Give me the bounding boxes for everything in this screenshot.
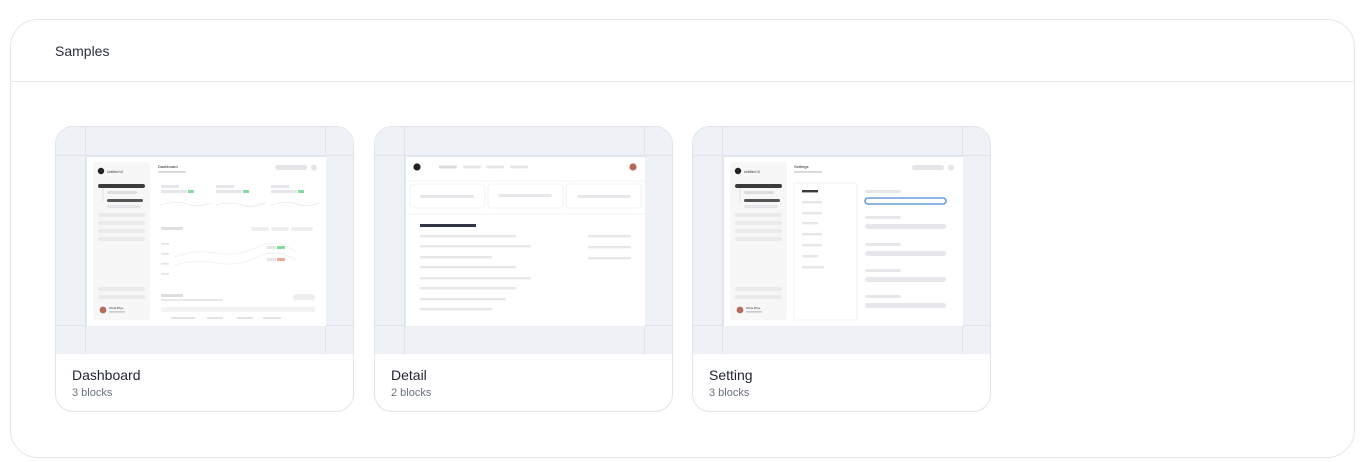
dashboard-thumbnail: Untitled UI Olivia Rhye Dashboard xyxy=(86,156,326,326)
card-title: Setting xyxy=(709,367,753,383)
thumb-brand: Untitled UI xyxy=(744,170,760,174)
dashboard-preview: Untitled UI Olivia Rhye Dashboard xyxy=(56,127,353,354)
thumb-brand: Untitled UI xyxy=(107,170,123,174)
setting-thumbnail: Untitled UI Olivia Rhye Settings xyxy=(723,156,963,326)
card-body: Setting 3 blocks xyxy=(709,367,753,399)
sample-card-detail[interactable]: Detail 2 blocks xyxy=(374,126,673,412)
samples-panel: Samples Untitled UI Olivia Rhye Dashboar… xyxy=(10,19,1355,458)
thumb-heading: Settings xyxy=(794,164,808,169)
detail-preview xyxy=(375,127,672,354)
setting-preview: Untitled UI Olivia Rhye Settings xyxy=(693,127,990,354)
card-body: Detail 2 blocks xyxy=(391,367,431,399)
thumb-user: Olivia Rhye xyxy=(109,306,124,310)
card-subtitle: 3 blocks xyxy=(72,387,113,399)
card-subtitle: 3 blocks xyxy=(709,387,750,399)
card-body: Dashboard 3 blocks xyxy=(72,367,141,399)
card-title: Dashboard xyxy=(72,367,141,383)
card-title: Detail xyxy=(391,367,427,383)
panel-header: Samples xyxy=(11,20,1354,82)
detail-thumbnail xyxy=(405,156,645,326)
panel-title: Samples xyxy=(55,42,110,59)
thumb-heading: Dashboard xyxy=(158,164,178,169)
sample-card-setting[interactable]: Untitled UI Olivia Rhye Settings Setting… xyxy=(692,126,991,412)
thumb-user: Olivia Rhye xyxy=(746,306,761,310)
sample-card-dashboard[interactable]: Untitled UI Olivia Rhye Dashboard Dashbo… xyxy=(55,126,354,412)
card-subtitle: 2 blocks xyxy=(391,387,432,399)
